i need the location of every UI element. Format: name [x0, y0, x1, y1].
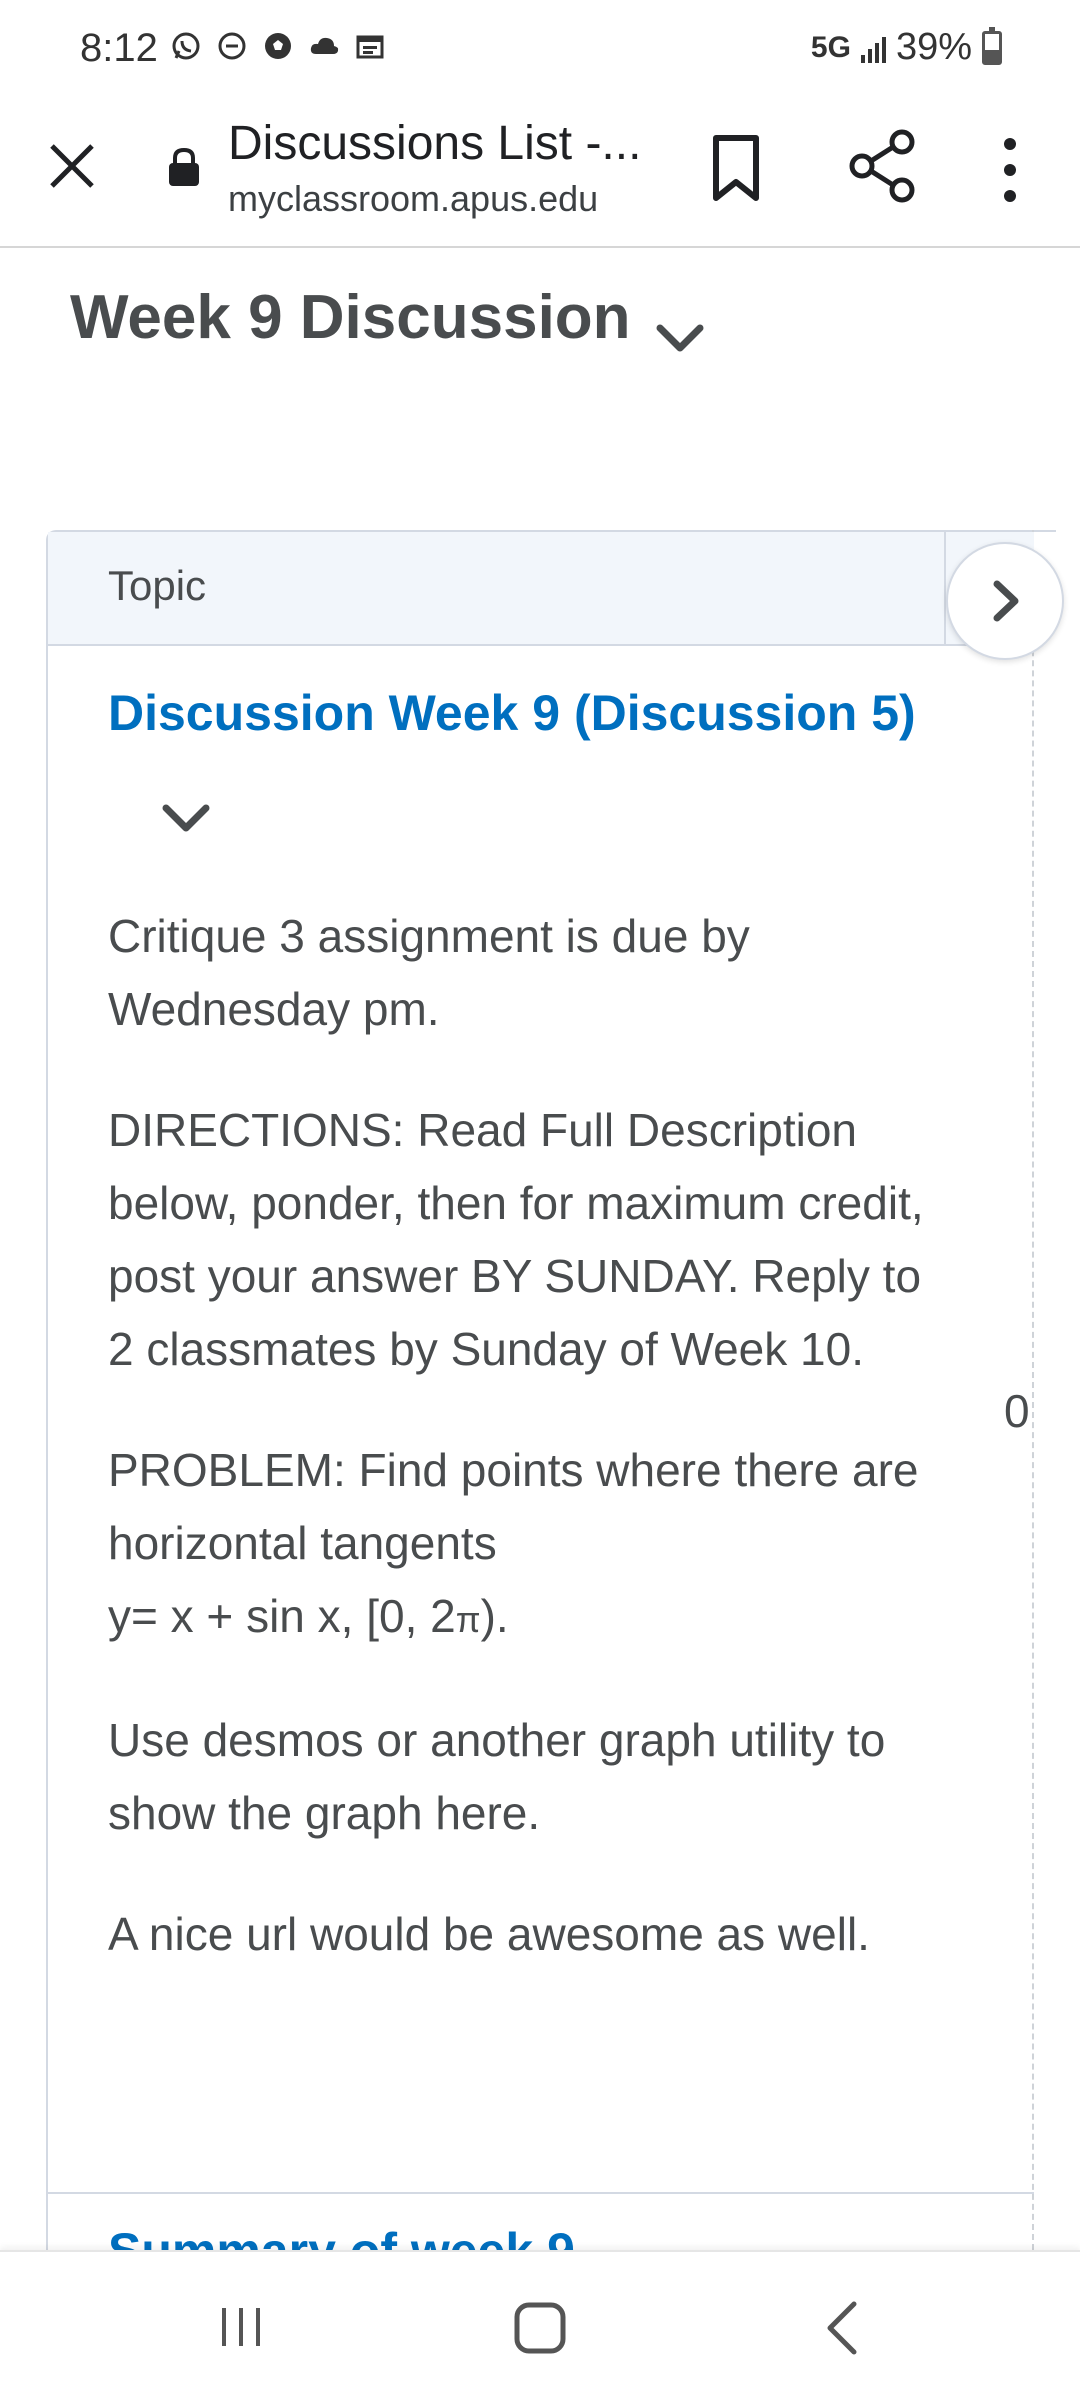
status-right: 5G 39%: [811, 26, 1002, 69]
paragraph-directions: DIRECTIONS: Read Full Description below,…: [108, 1104, 924, 1375]
whatsapp-icon: [172, 32, 200, 60]
scroll-right-button[interactable]: [946, 542, 1064, 660]
screen: 8:12 5G 39% Discussions List -... myclas…: [0, 0, 1080, 2400]
chevron-down-icon[interactable]: [158, 798, 214, 838]
page-title[interactable]: Discussions List -...: [228, 116, 648, 171]
bookmark-icon[interactable]: [706, 132, 766, 204]
paragraph-url: A nice url would be awesome as well.: [108, 1908, 870, 1960]
close-icon[interactable]: [44, 138, 100, 194]
equation-text: y= x + sin x, [0, 2: [108, 1590, 456, 1642]
do-not-disturb-icon: [218, 32, 246, 60]
recent-apps-icon[interactable]: [216, 2302, 266, 2352]
cloud-icon: [310, 37, 339, 54]
chevron-down-icon[interactable]: [652, 318, 708, 358]
week-title: Week 9 Discussion: [70, 283, 631, 352]
lock-icon[interactable]: [166, 146, 202, 188]
chevron-right-icon: [993, 580, 1019, 622]
status-bar: 8:12 5G 39%: [0, 0, 1080, 100]
system-nav-bar: [0, 2250, 1080, 2400]
network-type: 5G: [810, 30, 851, 64]
paragraph-desmos: Use desmos or another graph utility to s…: [108, 1714, 886, 1839]
status-time: 8:12: [80, 26, 158, 70]
back-icon[interactable]: [822, 2298, 862, 2358]
more-vert-icon[interactable]: [988, 134, 1032, 206]
soccer-ball-icon: [265, 33, 291, 59]
table-right-edge: [1032, 530, 1034, 2250]
battery-icon: [982, 26, 1002, 65]
topic-link[interactable]: Discussion Week 9 (Discussion 5): [108, 684, 916, 742]
home-icon[interactable]: [512, 2300, 568, 2356]
paragraph-critique: Critique 3 assignment is due by Wednesda…: [108, 910, 750, 1035]
share-icon[interactable]: [848, 128, 916, 204]
topic-description: Critique 3 assignment is due by Wednesda…: [108, 900, 928, 2019]
signal-icon: [860, 33, 886, 63]
problem-text: PROBLEM: Find points where there are hor…: [108, 1444, 919, 1569]
browser-toolbar: Discussions List -... myclassroom.apus.e…: [0, 100, 1080, 248]
equation-end: ).: [480, 1590, 509, 1642]
notification-icons: [170, 30, 386, 62]
paragraph-problem: PROBLEM: Find points where there are hor…: [108, 1434, 928, 1656]
post-count: 0: [1004, 1385, 1030, 1437]
row-divider: [48, 2192, 1034, 2194]
page-url[interactable]: myclassroom.apus.edu: [228, 178, 598, 220]
pi-symbol: π: [455, 1599, 481, 1640]
column-header-topic: Topic: [108, 562, 207, 609]
calendar-icon: [356, 35, 384, 59]
battery-percent: 39%: [895, 26, 972, 68]
